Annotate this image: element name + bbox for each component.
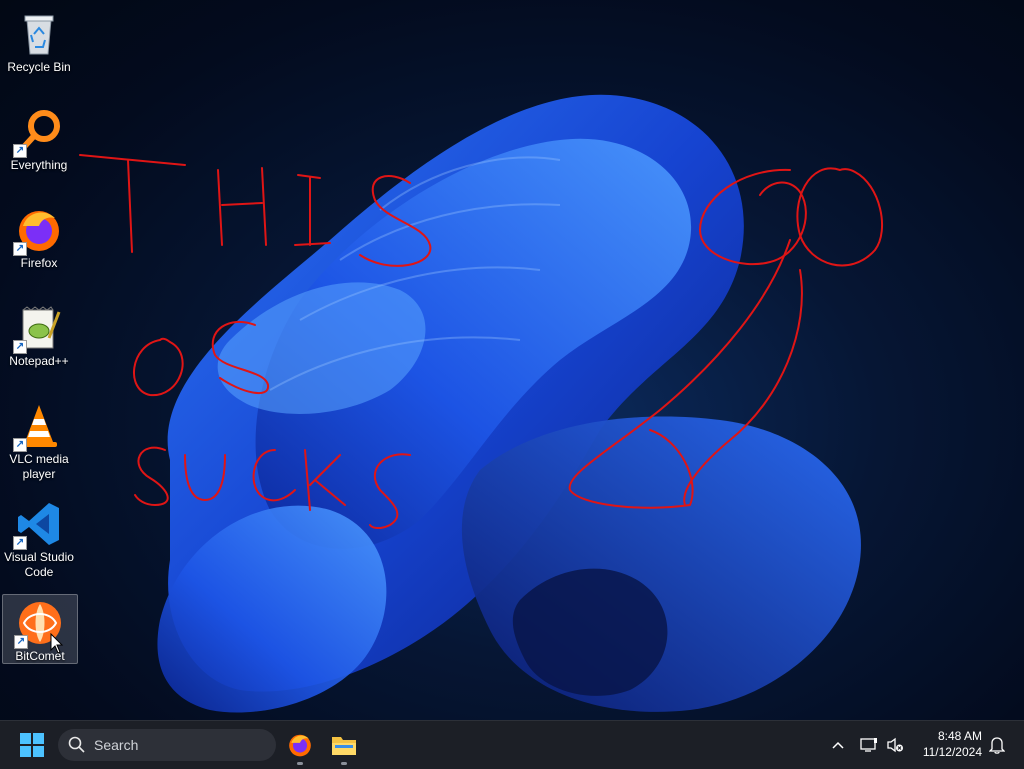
taskbar-clock[interactable]: 8:48 AM 11/12/2024 — [923, 728, 982, 760]
start-button[interactable] — [16, 729, 48, 761]
shortcut-arrow-icon: ↗ — [13, 438, 27, 452]
running-indicator — [297, 762, 303, 765]
desktop-icon-label: Visual Studio Code — [4, 550, 74, 579]
search-icon — [68, 736, 85, 753]
shortcut-arrow-icon: ↗ — [13, 340, 27, 354]
recycle-bin-icon — [15, 10, 63, 58]
desktop-icon-notepad-plus-plus[interactable]: ↗ Notepad++ — [2, 300, 76, 368]
desktop-icon-vlc[interactable]: ↗ VLC media player — [2, 398, 76, 481]
shortcut-arrow-icon: ↗ — [13, 144, 27, 158]
clock-time: 8:48 AM — [937, 729, 982, 743]
running-indicator — [341, 762, 347, 765]
desktop-icon-label: VLC media player — [9, 452, 69, 481]
shortcut-arrow-icon: ↗ — [13, 242, 27, 256]
notepad-plus-plus-icon: ↗ — [13, 304, 63, 354]
shortcut-arrow-icon: ↗ — [13, 536, 27, 550]
desktop-icon-label: Everything — [10, 158, 68, 172]
desktop-icon-label: Notepad++ — [9, 354, 69, 368]
clock-date: 11/12/2024 — [922, 745, 982, 759]
desktop-icon-everything[interactable]: ↗ Everything — [2, 104, 76, 172]
shortcut-arrow-icon: ↗ — [14, 635, 28, 649]
desktop-icon-recycle-bin[interactable]: Recycle Bin — [2, 6, 76, 74]
taskbar-file-explorer-button[interactable] — [328, 729, 360, 765]
desktop-icon-vscode[interactable]: ↗ Visual Studio Code — [2, 496, 76, 579]
everything-search-icon: ↗ — [13, 108, 63, 158]
desktop-icon-firefox[interactable]: ↗ Firefox — [2, 202, 76, 270]
vlc-cone-icon: ↗ — [13, 402, 63, 452]
mouse-cursor-icon — [50, 633, 64, 654]
taskbar-firefox-button[interactable] — [284, 729, 316, 765]
vscode-icon: ↗ — [13, 500, 63, 550]
desktop-icon-label: Firefox — [20, 256, 58, 270]
desktop-icon-label: Recycle Bin — [7, 60, 71, 74]
firefox-icon — [289, 734, 311, 757]
network-icon — [860, 738, 877, 752]
taskbar: Search 8:48 AM 11/12/2024 — [0, 720, 1024, 769]
windows-logo-icon — [20, 733, 44, 757]
volume-button[interactable] — [883, 733, 907, 757]
chevron-up-icon — [832, 741, 844, 749]
search-placeholder: Search — [94, 737, 139, 753]
notifications-button[interactable] — [985, 733, 1009, 757]
bell-icon — [989, 737, 1005, 754]
desktop-icon-bitcomet[interactable]: ↗ BitComet — [2, 594, 78, 664]
file-explorer-icon — [332, 737, 356, 755]
show-hidden-icons-button[interactable] — [826, 733, 850, 757]
wallpaper-bloom — [157, 94, 861, 713]
speaker-muted-icon — [887, 737, 903, 753]
taskbar-search-box[interactable]: Search — [58, 729, 276, 761]
firefox-icon: ↗ — [13, 206, 63, 256]
network-status-button[interactable] — [857, 733, 881, 757]
